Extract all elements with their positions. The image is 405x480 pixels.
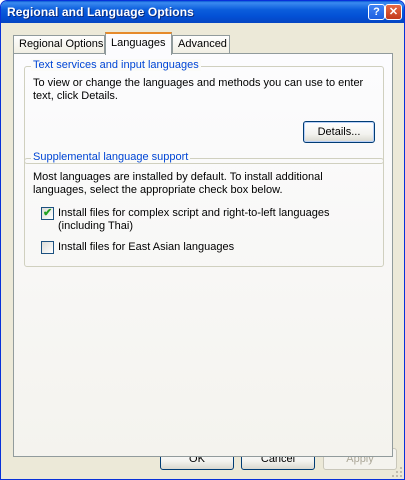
checkmark-icon: ✔ <box>43 207 53 219</box>
close-button[interactable]: ✕ <box>385 4 402 20</box>
tab-languages[interactable]: Languages <box>105 32 172 55</box>
group-title: Text services and input languages <box>31 59 201 71</box>
tab-label: Regional Options <box>19 38 104 50</box>
supplemental-group: Supplemental language support Most langu… <box>24 151 384 267</box>
help-button[interactable]: ? <box>368 4 385 20</box>
east-asian-label[interactable]: Install files for East Asian languages <box>58 241 358 254</box>
details-button[interactable]: Details... <box>303 121 375 143</box>
window-title: Regional and Language Options <box>7 5 194 19</box>
resize-grip-icon[interactable] <box>391 466 403 478</box>
title-bar[interactable]: Regional and Language Options ? ✕ <box>1 1 404 23</box>
dialog-window: Regional and Language Options ? ✕ Region… <box>0 0 405 480</box>
supplemental-description: Most languages are installed by default.… <box>33 171 323 196</box>
dialog-client: Regional Options Languages Advanced Text… <box>1 23 404 479</box>
button-label: Details... <box>317 126 361 138</box>
close-icon: ✕ <box>388 6 399 18</box>
text-services-group: Text services and input languages To vie… <box>24 59 384 164</box>
group-title: Supplemental language support <box>31 151 191 163</box>
complex-script-checkbox[interactable]: ✔ <box>41 207 54 220</box>
help-icon: ? <box>373 6 380 18</box>
tab-regional-options[interactable]: Regional Options <box>13 35 105 53</box>
complex-script-label[interactable]: Install files for complex script and rig… <box>58 207 378 233</box>
tab-advanced[interactable]: Advanced <box>172 35 230 53</box>
tab-label: Advanced <box>178 38 227 50</box>
east-asian-checkbox[interactable] <box>41 241 54 254</box>
tab-panel: Text services and input languages To vie… <box>13 53 393 457</box>
tab-label: Languages <box>111 37 166 49</box>
text-services-description: To view or change the languages and meth… <box>33 77 364 102</box>
